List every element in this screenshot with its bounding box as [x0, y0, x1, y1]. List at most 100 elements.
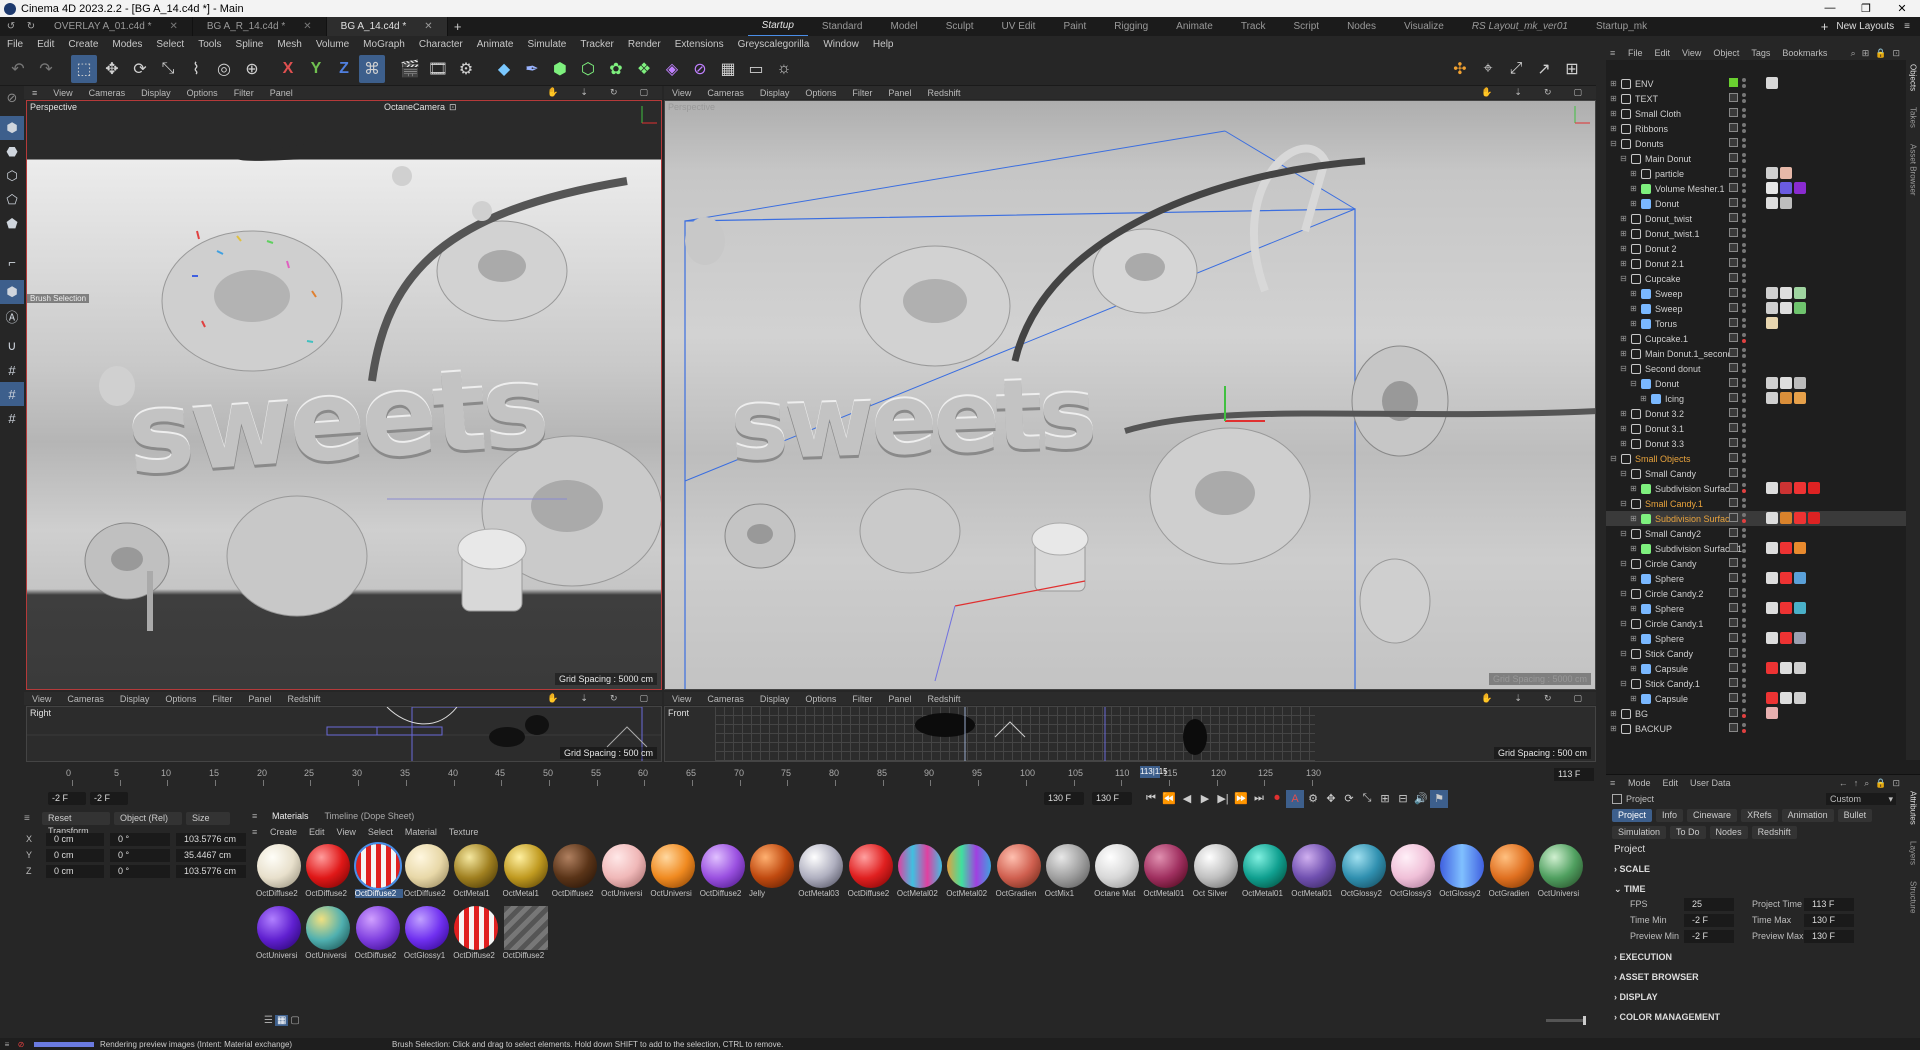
layout-tab[interactable]: Sculpt — [932, 17, 988, 36]
visibility-dots-icon[interactable] — [1742, 468, 1746, 479]
auto-key-icon[interactable]: A — [1286, 789, 1304, 808]
object-row[interactable]: ⊟ Small Candy2 — [1606, 526, 1906, 541]
attr-tab-todo[interactable]: To Do — [1670, 826, 1706, 839]
layer-checkbox[interactable] — [1729, 453, 1738, 462]
prev-key-icon[interactable]: ⏪ — [1160, 790, 1178, 808]
mat-menu-create[interactable]: Create — [264, 827, 303, 837]
layer-checkbox[interactable] — [1729, 603, 1738, 612]
material-tag-icon[interactable] — [1794, 512, 1806, 524]
expand-toggle-icon[interactable]: ⊞ — [1620, 244, 1628, 253]
visibility-dots-icon[interactable] — [1742, 513, 1746, 524]
expand-toggle-icon[interactable]: ⊟ — [1620, 364, 1628, 373]
material-swatch[interactable]: OctMetal1 — [503, 843, 549, 903]
object-row[interactable]: ⊞ Sphere — [1606, 631, 1906, 646]
object-row[interactable]: ⊞ Sweep — [1606, 301, 1906, 316]
tab-nav-icon[interactable]: ↺ — [0, 21, 22, 32]
object-row[interactable]: ⊞ Donut 2.1 — [1606, 256, 1906, 271]
material-swatch[interactable]: OctDiffuse2 — [503, 905, 549, 965]
search-tool-icon[interactable]: ⊘ — [0, 86, 24, 110]
material-tag-icon[interactable] — [1794, 482, 1806, 494]
layer-checkbox[interactable] — [1729, 183, 1738, 192]
layout-tab[interactable]: Paint — [1049, 17, 1100, 36]
layout-tab[interactable]: Script — [1280, 17, 1334, 36]
material-tag-icon[interactable] — [1780, 197, 1792, 209]
vp-menu-panel[interactable]: Panel — [262, 88, 301, 98]
expand-toggle-icon[interactable]: ⊞ — [1630, 514, 1638, 523]
visibility-dots-icon[interactable] — [1742, 393, 1746, 404]
axis-lock-icon[interactable]: ⊞ — [1559, 55, 1585, 83]
layout-tab[interactable]: UV Edit — [988, 17, 1050, 36]
cloner-icon[interactable]: ✿ — [603, 55, 629, 83]
expand-toggle-icon[interactable]: ⊞ — [1620, 229, 1628, 238]
object-row[interactable]: ⊞ Capsule — [1606, 661, 1906, 676]
vp-menu-options[interactable]: Options — [157, 694, 204, 704]
material-tag-icon[interactable] — [1780, 182, 1792, 194]
side-tab-attributes[interactable]: Attributes — [1909, 791, 1918, 825]
dolly-icon[interactable]: ⇣ — [1506, 693, 1530, 704]
expand-toggle-icon[interactable]: ⊞ — [1610, 709, 1618, 718]
material-swatch[interactable]: OctGlossy1 — [404, 905, 450, 965]
layer-checkbox[interactable] — [1729, 678, 1738, 687]
rotation-field[interactable]: 0 ° — [110, 832, 170, 846]
expand-toggle-icon[interactable]: ⊟ — [1620, 469, 1628, 478]
menu-greyscalegorilla[interactable]: Greyscalegorilla — [731, 36, 817, 53]
material-tag-icon[interactable] — [1794, 377, 1806, 389]
am-search-icon[interactable]: ⌕ — [1864, 778, 1869, 789]
keyframe-selection-icon[interactable]: ⚙ — [1304, 790, 1322, 808]
expand-toggle-icon[interactable]: ⊟ — [1620, 649, 1628, 658]
layer-checkbox[interactable] — [1729, 408, 1738, 417]
tweak-mode-icon[interactable]: ⬢ — [0, 280, 24, 304]
material-swatch[interactable]: OctMetal01 — [1291, 843, 1337, 903]
object-row[interactable]: ⊞ Subdivision Surface — [1606, 481, 1906, 496]
layout-tab[interactable]: Startup — [747, 16, 808, 37]
material-swatch[interactable]: OctMetal01 — [1242, 843, 1288, 903]
viewport-perspective-right[interactable]: sweets Perspective Grid Spacing : 5000 c… — [664, 100, 1596, 690]
material-swatch[interactable]: OctDiffuse2 — [700, 843, 746, 903]
attr-tab-animation[interactable]: Animation — [1781, 809, 1834, 822]
material-swatch[interactable]: OctGlossy2 — [1439, 843, 1485, 903]
dolly-icon[interactable]: ⇣ — [572, 693, 596, 704]
layer-checkbox[interactable] — [1729, 543, 1738, 552]
playhead[interactable]: 113|115 — [1140, 766, 1168, 778]
visibility-dots-icon[interactable] — [1742, 693, 1746, 704]
layer-checkbox[interactable] — [1729, 558, 1738, 567]
next-key-icon[interactable]: ⏩ — [1232, 790, 1250, 808]
object-row[interactable]: ⊞ Donut 2 — [1606, 241, 1906, 256]
layer-checkbox[interactable] — [1729, 693, 1738, 702]
new-layouts-button[interactable]: New Layouts — [1836, 21, 1894, 32]
menu-render[interactable]: Render — [621, 36, 668, 53]
expand-toggle-icon[interactable]: ⊞ — [1630, 304, 1638, 313]
vp-menu-filter[interactable]: Filter — [844, 88, 880, 98]
menu-help[interactable]: Help — [866, 36, 901, 53]
material-swatch[interactable]: OctDiffuse2 — [305, 843, 351, 903]
object-row[interactable]: ⊞ Donut_twist — [1606, 211, 1906, 226]
visibility-dots-icon[interactable] — [1742, 168, 1746, 179]
z-axis-icon[interactable]: Z — [331, 55, 357, 83]
material-tag-icon[interactable] — [1808, 512, 1820, 524]
material-swatch[interactable]: OctUniversi — [650, 843, 696, 903]
layer-checkbox[interactable] — [1729, 138, 1738, 147]
object-row[interactable]: ⊟ Small Objects — [1606, 451, 1906, 466]
expand-toggle-icon[interactable]: ⊞ — [1620, 214, 1628, 223]
vp-menu-panel[interactable]: Panel — [880, 88, 919, 98]
axis-mode-icon[interactable]: ⌐ — [0, 250, 24, 274]
object-row[interactable]: ⊞ Donut — [1606, 196, 1906, 211]
texture-mode-icon[interactable]: ⬣ — [0, 140, 24, 164]
object-row[interactable]: ⊟ Circle Candy.2 — [1606, 586, 1906, 601]
viewport-right[interactable]: Right Grid Spacing : 500 cm — [26, 706, 662, 762]
expand-toggle-icon[interactable]: ⊟ — [1620, 679, 1628, 688]
orbit-icon[interactable]: ↻ — [602, 87, 626, 98]
layer-checkbox[interactable] — [1729, 513, 1738, 522]
layout-tab[interactable]: Rigging — [1100, 17, 1162, 36]
attr-tab-bullet[interactable]: Bullet — [1837, 809, 1873, 822]
fps-field[interactable]: 25 — [1684, 898, 1734, 911]
layout-tab[interactable]: Model — [877, 17, 932, 36]
layer-checkbox[interactable] — [1729, 468, 1738, 477]
edges-mode-icon[interactable]: ⬠ — [0, 188, 24, 212]
tab-timeline-dope-sheet[interactable]: Timeline (Dope Sheet) — [317, 811, 423, 821]
timeline-settings-icon[interactable]: ⚑ — [1430, 789, 1448, 808]
expand-toggle-icon[interactable]: ⊞ — [1610, 79, 1618, 88]
visibility-dots-icon[interactable] — [1742, 558, 1746, 569]
object-row[interactable]: ⊞ Ribbons — [1606, 121, 1906, 136]
om-lock-icon[interactable]: 🔒 — [1875, 48, 1886, 59]
